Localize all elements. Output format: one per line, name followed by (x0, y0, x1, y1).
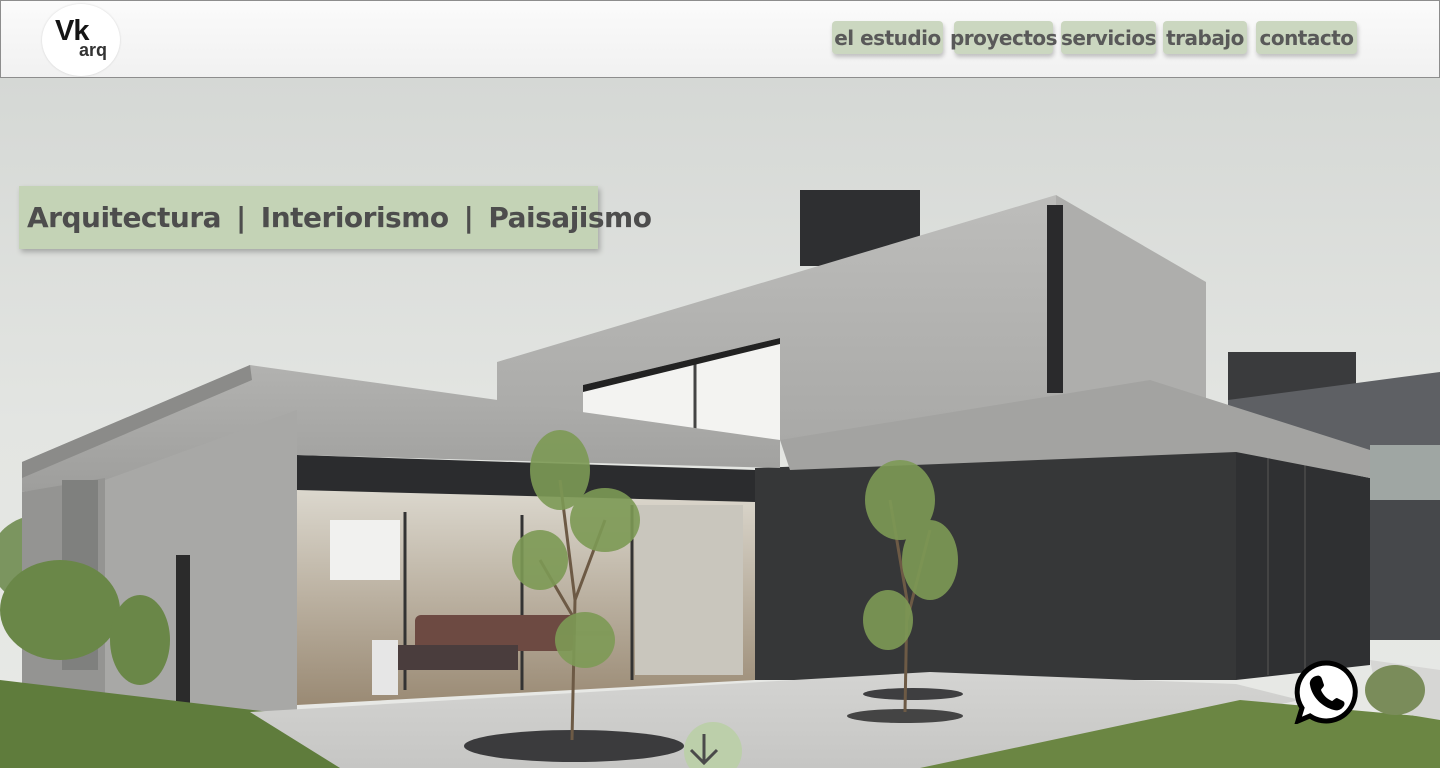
nav-servicios[interactable]: servicios (1061, 21, 1157, 54)
hero-tagline: Arquitectura | Interiorismo | Paisajismo (19, 186, 652, 249)
nav-el-estudio[interactable]: el estudio (832, 21, 943, 54)
arrow-down-icon (689, 734, 719, 766)
whatsapp-icon (1294, 660, 1358, 724)
whatsapp-button[interactable] (1294, 660, 1358, 724)
site-header: Vk arq el estudio proyectos servicios tr… (0, 0, 1440, 78)
tagline-interior-design: Interiorismo (260, 201, 449, 234)
logo-sub-text: arq (79, 40, 108, 60)
hero-house-image (0, 78, 1440, 768)
tagline-architecture: Arquitectura (27, 201, 222, 234)
nav-proyectos[interactable]: proyectos (950, 21, 1058, 54)
tagline-separator: | (463, 201, 474, 234)
nav-trabajo[interactable]: trabajo (1163, 21, 1247, 54)
tagline-landscaping: Paisajismo (488, 201, 652, 234)
tagline-separator: | (236, 201, 246, 234)
logo[interactable]: Vk arq (42, 4, 120, 76)
hero-section: Arquitectura | Interiorismo | Paisajismo (0, 78, 1440, 768)
nav-contacto[interactable]: contacto (1256, 21, 1357, 54)
